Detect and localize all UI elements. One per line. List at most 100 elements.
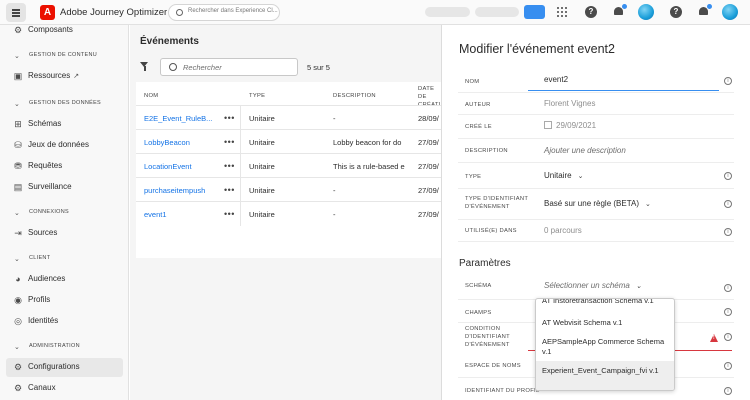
sidebar-item-requetes[interactable]: ⛃ Requêtes bbox=[6, 157, 123, 176]
sidebar-item-sources[interactable]: ⇥ Sources bbox=[6, 224, 123, 243]
field-label-type: TYPE bbox=[465, 174, 482, 180]
event-id-type-dropdown[interactable]: Basé sur une règle (BETA) ⌄ bbox=[544, 199, 651, 208]
table-row[interactable]: LobbyBeacon ••• Unitaire Lobby beacon fo… bbox=[136, 129, 442, 154]
chevron-down-icon: ⌄ bbox=[14, 210, 20, 217]
event-type: Unitaire bbox=[249, 138, 275, 147]
prod-badge-button[interactable] bbox=[524, 5, 545, 19]
adobe-logo: A bbox=[40, 5, 55, 20]
avatar[interactable] bbox=[638, 4, 654, 20]
assets-icon: ▣ bbox=[13, 71, 23, 81]
sidebar-item-text: Ressources bbox=[28, 71, 71, 80]
sidebar-item-canaux[interactable]: ⚙ Canaux bbox=[6, 379, 123, 398]
field-row-type-identifiant: TYPE D'IDENTIFIANT D'ÉVÉNEMENT Basé sur u… bbox=[458, 189, 734, 220]
event-name-link[interactable]: purchaseitempush bbox=[144, 186, 220, 195]
field-label-cree: CRÉÉ LE bbox=[465, 124, 492, 130]
info-icon[interactable]: i bbox=[724, 308, 732, 316]
table-row[interactable]: LocationEvent ••• Unitaire This is a rul… bbox=[136, 153, 442, 178]
help-icon-secondary[interactable]: ? bbox=[670, 6, 682, 18]
sidebar-item-jeux-de-donnees[interactable]: ⛁ Jeux de données bbox=[6, 136, 123, 155]
more-actions-icon[interactable]: ••• bbox=[224, 161, 235, 171]
menu-toggle-button[interactable] bbox=[6, 3, 26, 22]
more-actions-icon[interactable]: ••• bbox=[224, 185, 235, 195]
search-icon bbox=[169, 63, 177, 71]
info-icon[interactable]: i bbox=[724, 362, 732, 370]
org-switcher[interactable] bbox=[425, 7, 470, 17]
event-id-type-value: Basé sur une règle (BETA) bbox=[544, 199, 640, 208]
sidebar-item-audiences[interactable]: ◕ Audiences bbox=[6, 270, 123, 289]
sidebar-item-configurations[interactable]: ⚙ Configurations bbox=[6, 358, 123, 377]
schema-option-selected[interactable]: Experient_Event_Campaign_fvi v.1 bbox=[536, 361, 674, 390]
events-list-area: Événements Rechercher 5 sur 5 NOM TYPE D… bbox=[130, 25, 442, 400]
sidebar-item-label: Surveillance bbox=[28, 182, 72, 191]
info-icon[interactable]: i bbox=[724, 172, 732, 180]
sidebar-item-identites[interactable]: ◎ Identités bbox=[6, 312, 123, 331]
column-divider bbox=[240, 178, 241, 202]
notifications-icon-secondary[interactable] bbox=[698, 4, 712, 18]
events-search-input[interactable]: Rechercher bbox=[160, 58, 298, 76]
field-label-type-identifiant: TYPE D'IDENTIFIANT D'ÉVÉNEMENT bbox=[465, 195, 528, 211]
column-divider bbox=[240, 106, 241, 130]
event-name-link[interactable]: LocationEvent bbox=[144, 162, 220, 171]
global-search-input[interactable]: Rechercher dans Experience Cl... bbox=[168, 4, 280, 21]
info-icon[interactable]: i bbox=[724, 200, 732, 208]
info-icon[interactable]: i bbox=[724, 387, 732, 395]
more-actions-icon[interactable]: ••• bbox=[224, 209, 235, 219]
column-header-name[interactable]: NOM bbox=[144, 93, 158, 99]
sidebar-item-label: Identités bbox=[28, 316, 59, 325]
help-icon[interactable]: ? bbox=[585, 6, 597, 18]
schema-dropdown[interactable]: Sélectionner un schéma ⌄ bbox=[544, 281, 642, 290]
sidebar-item-label: Canaux bbox=[28, 383, 56, 392]
event-name-link[interactable]: E2E_Event_RuleB... bbox=[144, 114, 220, 123]
configurations-icon: ⚙ bbox=[13, 362, 23, 372]
table-row[interactable]: purchaseitempush ••• Unitaire - 27/09/ bbox=[136, 177, 442, 202]
name-input[interactable]: event2 bbox=[544, 75, 568, 84]
sidebar-item-label: Schémas bbox=[28, 119, 62, 128]
type-dropdown-value: Unitaire bbox=[544, 171, 572, 180]
column-header-description[interactable]: DESCRIPTION bbox=[333, 93, 376, 99]
schema-option[interactable]: AT Webvisit Schema v.1 bbox=[536, 313, 674, 333]
field-label-nom: NOM bbox=[465, 79, 480, 85]
chevron-down-icon: ⌄ bbox=[14, 53, 20, 60]
more-actions-icon[interactable]: ••• bbox=[224, 137, 235, 147]
chevron-down-icon: ⌄ bbox=[14, 344, 20, 351]
sidebar-item-profils[interactable]: ◉ Profils bbox=[6, 291, 123, 310]
panel-title: Modifier l'événement event2 bbox=[459, 42, 615, 56]
monitor-icon: ▤ bbox=[13, 182, 23, 192]
filter-icon[interactable] bbox=[140, 62, 149, 71]
table-row[interactable]: E2E_Event_RuleB... ••• Unitaire - 28/09/ bbox=[136, 105, 442, 130]
info-icon[interactable]: i bbox=[724, 228, 732, 236]
info-icon[interactable]: i bbox=[724, 77, 732, 85]
event-name-link[interactable]: LobbyBeacon bbox=[144, 138, 220, 147]
description-input[interactable]: Ajouter une description bbox=[544, 146, 626, 155]
components-icon: ⚙ bbox=[13, 25, 23, 35]
sidebar-item-ressources[interactable]: ▣ Ressources ↗ bbox=[6, 67, 123, 86]
chevron-down-icon: ⌄ bbox=[645, 201, 651, 208]
identities-icon: ◎ bbox=[14, 316, 22, 326]
created-date-value: 29/09/2021 bbox=[544, 121, 596, 130]
sidebar-item-composants[interactable]: ⚙ Composants bbox=[6, 21, 123, 40]
field-label-identifiant-profil: IDENTIFIANT DU PROFIL bbox=[465, 388, 540, 394]
schema-option[interactable]: AEPSampleApp Commerce Schema v.1 bbox=[536, 334, 674, 360]
avatar-secondary[interactable] bbox=[722, 4, 738, 20]
sidebar-item-label: Composants bbox=[28, 25, 73, 34]
info-icon[interactable]: i bbox=[724, 333, 732, 341]
section-label: GESTION DES DONNÉES bbox=[29, 100, 102, 106]
section-label: GESTION DE CONTENU bbox=[29, 52, 98, 58]
search-icon bbox=[176, 9, 183, 16]
sandbox-switcher[interactable] bbox=[475, 7, 519, 17]
field-row-description: DESCRIPTION Ajouter une description bbox=[458, 139, 734, 163]
dataset-icon: ⛁ bbox=[14, 140, 22, 150]
chevron-down-icon: ⌄ bbox=[14, 101, 20, 108]
field-label-champs: CHAMPS bbox=[465, 310, 492, 316]
sidebar-item-surveillance[interactable]: ▤ Surveillance bbox=[6, 178, 123, 197]
schema-option[interactable]: AT Instoretransaction Schema v.1 bbox=[536, 299, 674, 307]
info-icon[interactable]: i bbox=[724, 284, 732, 292]
column-header-type[interactable]: TYPE bbox=[249, 93, 265, 99]
more-actions-icon[interactable]: ••• bbox=[224, 113, 235, 123]
app-grid-icon[interactable] bbox=[557, 7, 568, 18]
type-dropdown[interactable]: Unitaire ⌄ bbox=[544, 171, 583, 180]
event-name-link[interactable]: event1 bbox=[144, 210, 220, 219]
notifications-icon[interactable] bbox=[613, 4, 627, 18]
sidebar-item-schemas[interactable]: ⊞ Schémas bbox=[6, 115, 123, 134]
table-row[interactable]: event1 ••• Unitaire - 27/09/ bbox=[136, 201, 442, 226]
